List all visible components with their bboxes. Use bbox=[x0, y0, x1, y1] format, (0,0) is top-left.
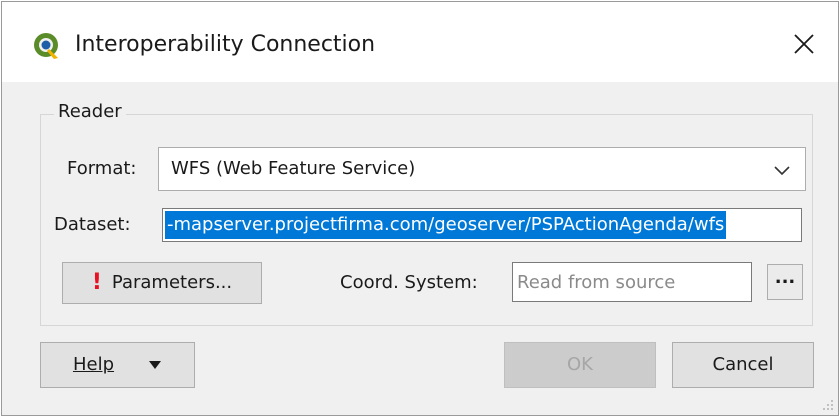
coord-system-label: Coord. System: bbox=[340, 272, 478, 293]
qgis-logo-icon bbox=[34, 33, 58, 59]
close-button[interactable] bbox=[780, 22, 828, 66]
ellipsis-icon: ... bbox=[774, 267, 796, 288]
ok-button-label: OK bbox=[567, 354, 593, 375]
coord-system-input[interactable]: Read from source bbox=[512, 262, 752, 302]
close-icon bbox=[794, 34, 814, 54]
chevron-down-icon bbox=[774, 166, 790, 176]
caret-down-icon bbox=[149, 361, 162, 369]
resize-grip-icon[interactable] bbox=[820, 397, 834, 411]
dataset-input-value: -mapserver.projectfirma.com/geoserver/PS… bbox=[165, 211, 727, 239]
dialog-window: Interoperability Connection Reader Forma… bbox=[1, 1, 839, 416]
coord-system-placeholder: Read from source bbox=[517, 272, 676, 293]
cancel-button-label: Cancel bbox=[712, 354, 774, 375]
cancel-button[interactable]: Cancel bbox=[672, 342, 814, 388]
window-title: Interoperability Connection bbox=[75, 32, 376, 57]
dataset-label: Dataset: bbox=[54, 214, 131, 235]
parameters-button[interactable]: ! Parameters... bbox=[62, 262, 262, 304]
dataset-input[interactable]: -mapserver.projectfirma.com/geoserver/PS… bbox=[162, 208, 802, 242]
reader-group-label: Reader bbox=[54, 99, 126, 125]
help-button[interactable]: Help bbox=[40, 342, 195, 388]
title-bar: Interoperability Connection bbox=[2, 2, 838, 82]
format-label: Format: bbox=[67, 158, 137, 179]
coord-browse-button[interactable]: ... bbox=[767, 264, 803, 300]
format-select[interactable]: WFS (Web Feature Service) bbox=[158, 147, 806, 191]
format-select-value: WFS (Web Feature Service) bbox=[171, 158, 416, 179]
ok-button[interactable]: OK bbox=[504, 342, 656, 388]
warning-icon: ! bbox=[91, 270, 102, 295]
help-button-label: Help bbox=[72, 354, 115, 375]
parameters-button-label: Parameters... bbox=[111, 272, 233, 293]
